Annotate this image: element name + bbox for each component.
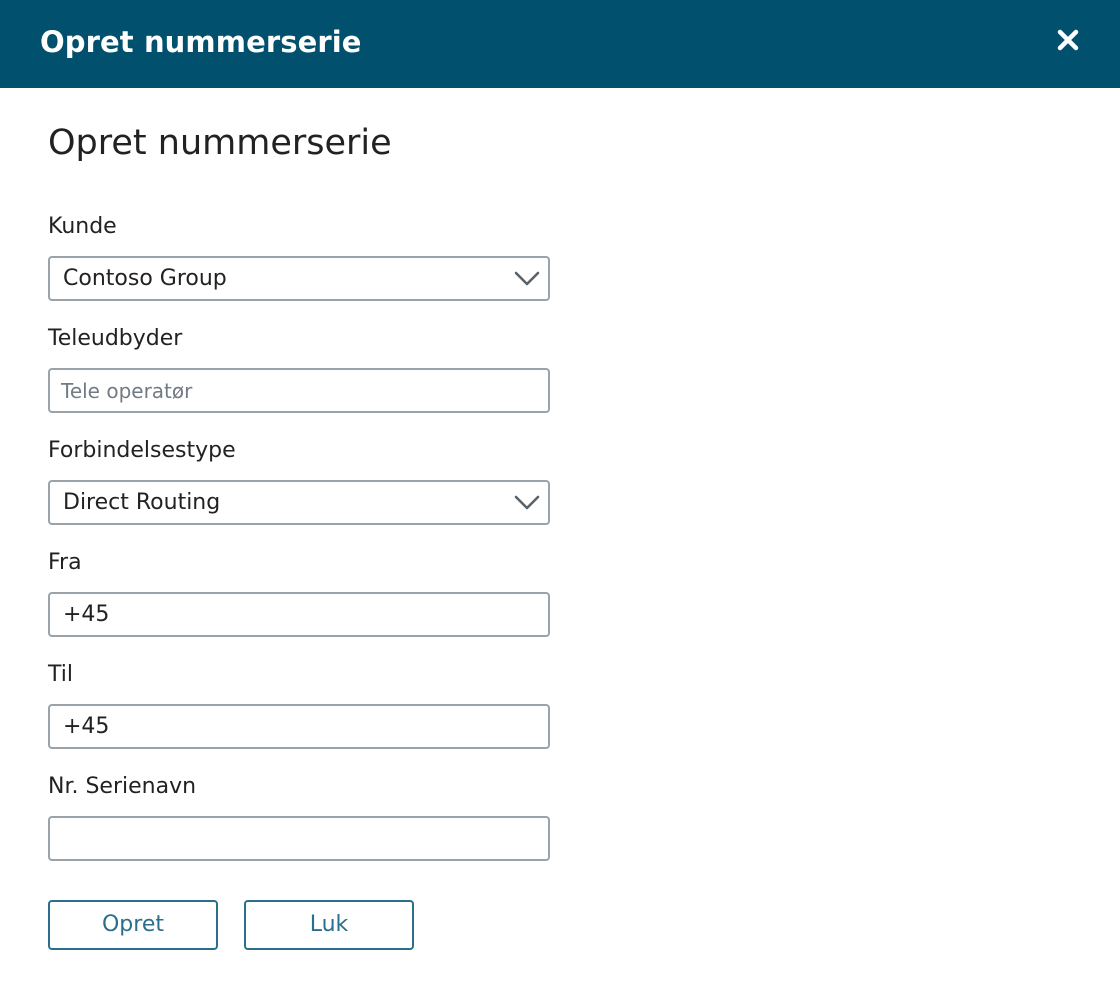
teleudbyder-input[interactable]: Tele operatør xyxy=(48,368,550,413)
forbindelsestype-select-value: Direct Routing xyxy=(63,490,221,515)
forbindelsestype-label: Forbindelsestype xyxy=(48,438,236,463)
serienavn-input[interactable] xyxy=(48,816,550,861)
kunde-select-value: Contoso Group xyxy=(63,266,227,291)
fra-input-value: +45 xyxy=(63,602,110,627)
fra-label: Fra xyxy=(48,550,82,575)
til-input[interactable]: +45 xyxy=(48,704,550,749)
teleudbyder-label: Teleudbyder xyxy=(48,326,183,351)
create-button[interactable]: Opret xyxy=(48,900,218,950)
dialog-title: Opret nummerserie xyxy=(40,25,362,59)
til-input-value: +45 xyxy=(63,714,110,739)
til-label: Til xyxy=(48,662,73,687)
chevron-down-icon xyxy=(514,495,540,510)
forbindelsestype-select[interactable]: Direct Routing xyxy=(48,480,550,525)
close-dialog-button[interactable]: Luk xyxy=(244,900,414,950)
close-button[interactable] xyxy=(1048,22,1088,62)
chevron-down-icon xyxy=(514,271,540,286)
kunde-select[interactable]: Contoso Group xyxy=(48,256,550,301)
dialog-header: Opret nummerserie xyxy=(0,0,1120,88)
close-icon[interactable] xyxy=(1048,22,1088,62)
serienavn-label: Nr. Serienavn xyxy=(48,774,197,799)
form-title: Opret nummerserie xyxy=(48,123,392,163)
teleudbyder-placeholder: Tele operatør xyxy=(61,379,193,403)
fra-input[interactable]: +45 xyxy=(48,592,550,637)
kunde-label: Kunde xyxy=(48,214,117,239)
